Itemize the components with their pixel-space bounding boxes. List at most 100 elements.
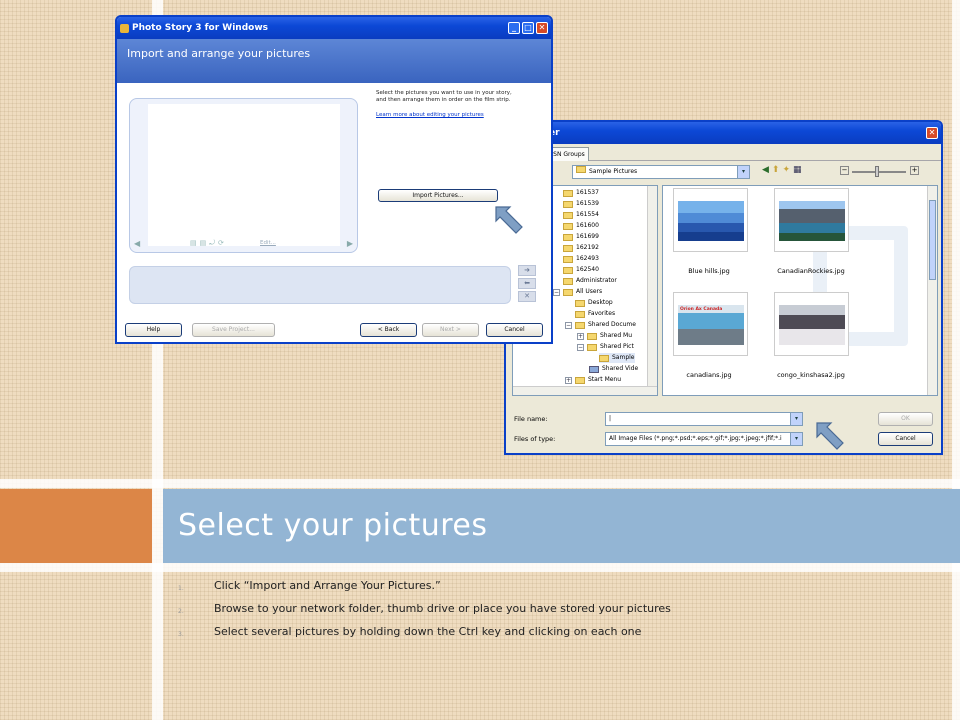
files-of-type-label: Files of type: bbox=[514, 435, 556, 443]
tree-item[interactable]: Favorites bbox=[575, 309, 615, 319]
collapse-icon[interactable]: − bbox=[565, 321, 572, 329]
cancel-button[interactable]: Cancel bbox=[486, 323, 543, 337]
tree-item-label: Shared Pict bbox=[600, 343, 634, 350]
tree-item[interactable]: 161600 bbox=[563, 221, 599, 231]
folder-icon bbox=[563, 200, 573, 208]
thumbnail-image bbox=[779, 201, 845, 241]
film-strip[interactable] bbox=[129, 266, 511, 304]
thumbnail-image bbox=[779, 305, 845, 345]
cancel-button[interactable]: Cancel bbox=[878, 432, 933, 446]
tree-item-label: Shared Mu bbox=[600, 332, 633, 339]
maximize-icon[interactable]: □ bbox=[522, 22, 534, 34]
tree-scrollbar[interactable] bbox=[647, 186, 657, 395]
file-dialog-window: er ✕ MSN Groups Sample Pictures ▾ ◀⬆✦▦ −… bbox=[504, 120, 943, 455]
ok-button[interactable]: OK bbox=[878, 412, 933, 426]
tree-item[interactable]: + Start Menu bbox=[565, 375, 621, 385]
thumbnail[interactable] bbox=[774, 188, 849, 252]
folder-icon bbox=[563, 255, 573, 263]
tree-hscrollbar[interactable] bbox=[513, 386, 657, 395]
move-right-icon[interactable]: ➜ bbox=[518, 265, 536, 276]
edit-link[interactable]: Edit... bbox=[260, 240, 276, 246]
tree-item[interactable]: + Shared Mu bbox=[577, 331, 632, 341]
preview-panel: ◀ ▶ ▤▤⤾⟳ Edit... bbox=[129, 98, 358, 253]
zoom-slider-thumb[interactable] bbox=[875, 166, 879, 177]
tree-item[interactable]: 161539 bbox=[563, 199, 599, 209]
thumbnail-caption: congo_kinshasa2.jpg bbox=[777, 371, 845, 379]
tree-item-label: 161699 bbox=[576, 233, 599, 240]
scroll-left-icon[interactable]: ◀ bbox=[134, 239, 140, 248]
thumbnail-view: Blue hills.jpg CanadianRockies.jpg Orion… bbox=[662, 185, 938, 396]
thumbnail[interactable] bbox=[774, 292, 849, 356]
tree-item[interactable]: Desktop bbox=[575, 298, 613, 308]
zoom-in-icon[interactable]: + bbox=[910, 166, 919, 175]
zoom-out-icon[interactable]: − bbox=[840, 166, 849, 175]
tree-item[interactable]: − Shared Docume bbox=[565, 320, 636, 330]
move-left-icon[interactable]: ⬅ bbox=[518, 278, 536, 289]
thumbnail-image bbox=[678, 201, 744, 241]
tree-item[interactable]: 161537 bbox=[563, 188, 599, 198]
expand-icon[interactable]: + bbox=[565, 376, 572, 384]
tree-item-label: Desktop bbox=[588, 299, 613, 306]
folder-icon bbox=[575, 321, 585, 329]
file-name-label: File name: bbox=[514, 415, 548, 423]
wizard-header: Import and arrange your pictures bbox=[117, 39, 551, 85]
folder-icon bbox=[563, 233, 573, 241]
new-folder-icon[interactable]: ✦ bbox=[782, 165, 793, 175]
scrollbar-thumb[interactable] bbox=[929, 200, 936, 280]
back-button[interactable]: < Back bbox=[360, 323, 417, 337]
chevron-down-icon[interactable]: ▾ bbox=[790, 433, 802, 445]
divider-vertical-right bbox=[952, 0, 960, 720]
scroll-right-icon[interactable]: ▶ bbox=[347, 239, 353, 248]
files-of-type-value: All Image Files (*.png;*.psd;*.eps;*.gif… bbox=[609, 435, 782, 442]
chevron-down-icon[interactable]: ▾ bbox=[737, 166, 749, 178]
tree-item-label: Start Menu bbox=[588, 376, 622, 383]
tree-item-label: 162493 bbox=[576, 255, 599, 262]
tree-item[interactable]: 162192 bbox=[563, 243, 599, 253]
thumbnail[interactable] bbox=[673, 188, 748, 252]
help-button[interactable]: Help bbox=[125, 323, 182, 337]
learn-more-link[interactable]: Learn more about editing your pictures bbox=[376, 112, 484, 119]
save-project-button[interactable]: Save Project... bbox=[192, 323, 275, 337]
tree-item[interactable]: − All Users bbox=[553, 287, 602, 297]
thumbnail[interactable]: Orion Ax Canada bbox=[673, 292, 748, 356]
zoom-slider[interactable] bbox=[852, 171, 906, 173]
close-icon[interactable]: ✕ bbox=[536, 22, 548, 34]
tree-item-label: 161600 bbox=[576, 222, 599, 229]
tree-item-label: Shared Vide bbox=[602, 365, 639, 372]
slide-title: Select your pictures bbox=[178, 508, 488, 543]
files-of-type-dropdown[interactable]: All Image Files (*.png;*.psd;*.eps;*.gif… bbox=[605, 432, 803, 446]
look-in-dropdown[interactable]: Sample Pictures ▾ bbox=[572, 165, 750, 179]
folder-open-icon bbox=[599, 354, 609, 362]
tree-item[interactable]: 162540 bbox=[563, 265, 599, 275]
thumbnail-caption: CanadianRockies.jpg bbox=[777, 267, 845, 275]
folder-icon bbox=[563, 211, 573, 219]
wizard-body: ◀ ▶ ▤▤⤾⟳ Edit... Select the pictures you… bbox=[117, 85, 551, 342]
tree-item-selected[interactable]: Sample bbox=[599, 353, 635, 363]
close-icon[interactable]: ✕ bbox=[926, 127, 938, 139]
collapse-icon[interactable]: − bbox=[553, 288, 560, 296]
back-icon[interactable]: ◀ bbox=[762, 165, 772, 175]
views-icon[interactable]: ▦ bbox=[793, 165, 805, 175]
tree-item[interactable]: Administrator bbox=[563, 276, 617, 286]
collapse-icon[interactable]: − bbox=[577, 343, 584, 351]
tree-item[interactable]: − Shared Pict bbox=[577, 342, 634, 352]
tree-item[interactable]: 161699 bbox=[563, 232, 599, 242]
window-title: Photo Story 3 for Windows bbox=[132, 23, 268, 33]
up-folder-icon[interactable]: ⬆ bbox=[772, 165, 783, 175]
minimize-icon[interactable]: _ bbox=[508, 22, 520, 34]
next-button[interactable]: Next > bbox=[422, 323, 479, 337]
thumbnail-scrollbar[interactable] bbox=[927, 186, 937, 395]
remove-icon[interactable]: ✕ bbox=[518, 291, 536, 302]
tree-item-label: All Users bbox=[576, 288, 603, 295]
step-item: 2. Browse to your network folder, thumb d… bbox=[178, 602, 671, 625]
tree-item[interactable]: 162493 bbox=[563, 254, 599, 264]
step-number: 3. bbox=[178, 631, 184, 638]
tree-item[interactable]: 161554 bbox=[563, 210, 599, 220]
expand-icon[interactable]: + bbox=[577, 332, 584, 340]
chevron-down-icon[interactable]: ▾ bbox=[790, 413, 802, 425]
import-pictures-button[interactable]: Import Pictures... bbox=[378, 189, 498, 202]
edit-tools-icons[interactable]: ▤▤⤾⟳ bbox=[190, 239, 227, 248]
tree-item[interactable]: Shared Vide bbox=[589, 364, 638, 374]
file-name-input[interactable]: | ▾ bbox=[605, 412, 803, 426]
pointer-arrow-icon bbox=[495, 206, 523, 234]
